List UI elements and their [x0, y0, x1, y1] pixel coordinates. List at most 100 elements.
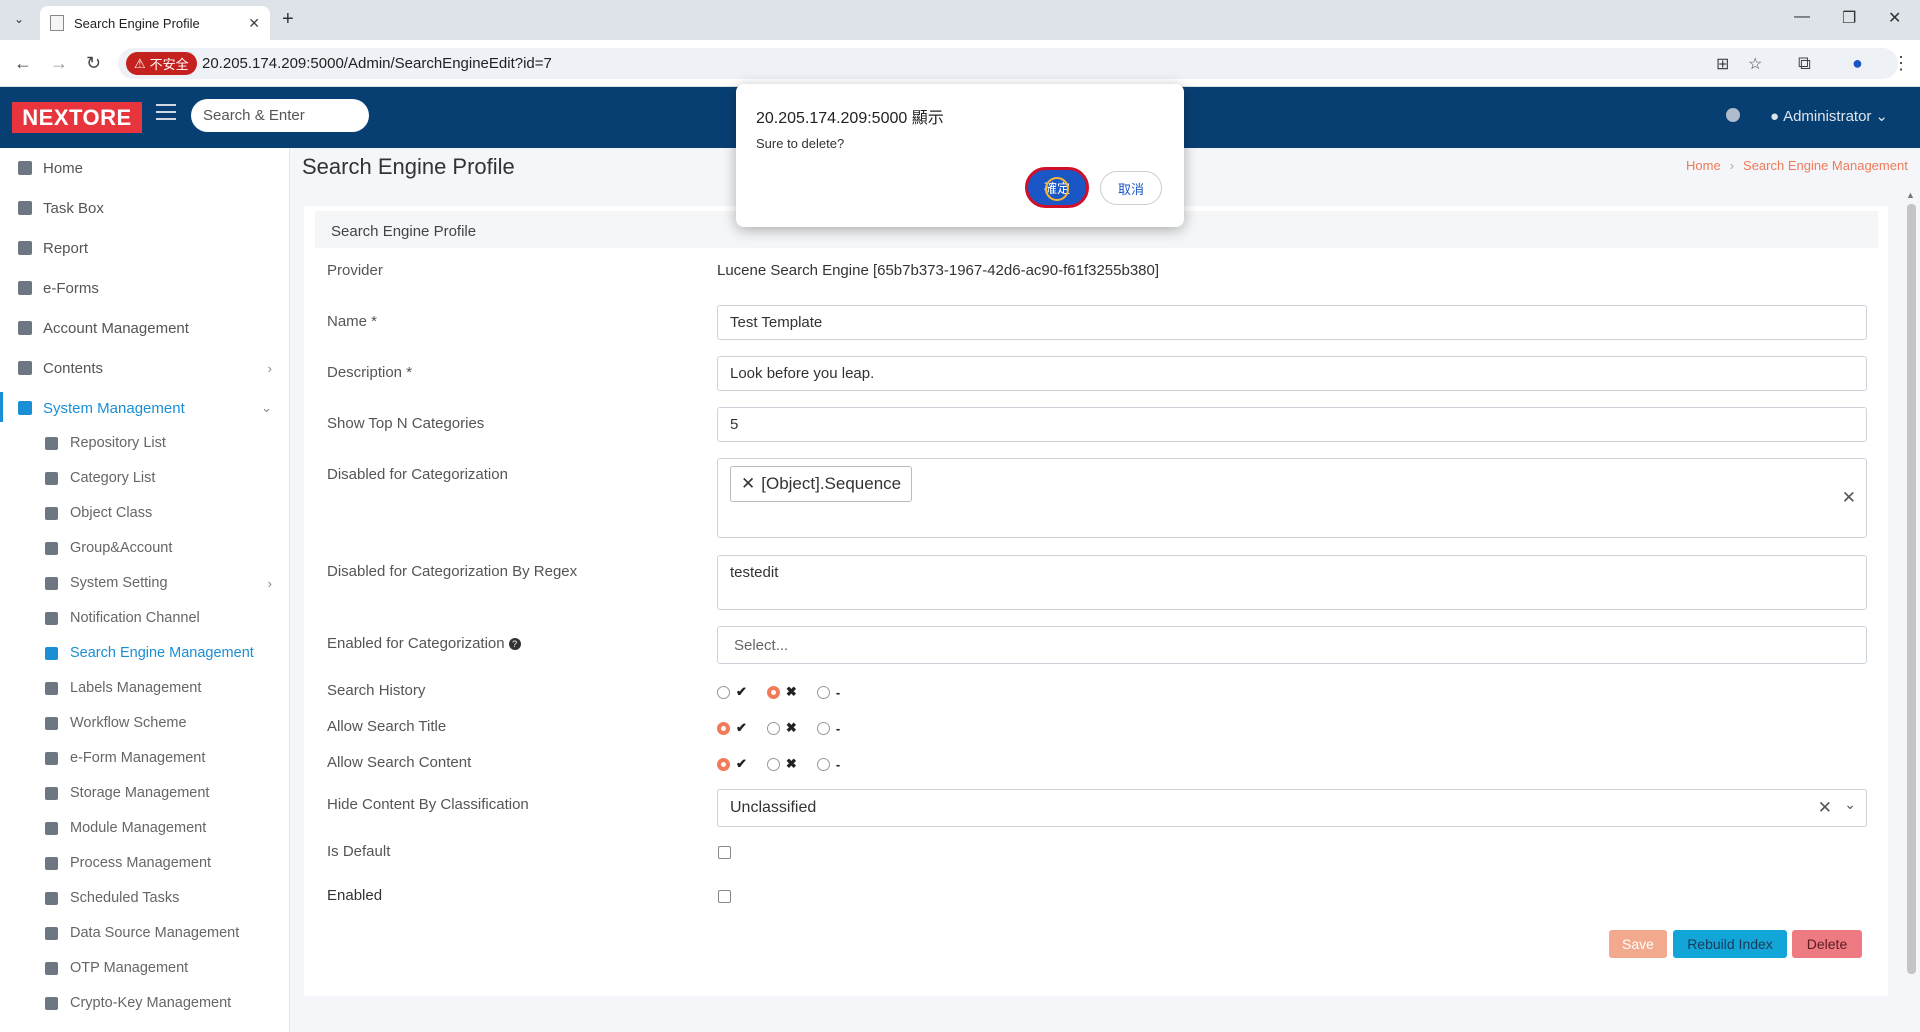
- radio-option-yes[interactable]: ✔: [717, 720, 747, 736]
- sidebar-item-data-source-management[interactable]: Data Source Management: [0, 918, 290, 948]
- radio-no[interactable]: [766, 721, 780, 735]
- profile-icon[interactable]: ●: [1852, 53, 1863, 74]
- radio-no[interactable]: [766, 685, 780, 699]
- radio-none[interactable]: [816, 721, 830, 735]
- sidebar-item-search-engine-management[interactable]: Search Engine Management: [0, 638, 290, 668]
- sidebar-item-eforms[interactable]: e-Forms: [0, 273, 290, 303]
- sidebar-item-group-account[interactable]: Group&Account: [0, 533, 290, 563]
- sidebar-item-otp-management[interactable]: OTP Management: [0, 953, 290, 983]
- sidebar-item-label: Repository List: [70, 435, 166, 451]
- sidebar-item-system-management[interactable]: System Management ⌄: [0, 393, 290, 423]
- radio-none[interactable]: [816, 757, 830, 771]
- breadcrumb-home[interactable]: Home: [1686, 158, 1721, 173]
- sidebar-item-scheduled-tasks[interactable]: Scheduled Tasks: [0, 883, 290, 913]
- radio-option-yes[interactable]: ✔: [717, 684, 747, 700]
- sidebar-item-process-management[interactable]: Process Management: [0, 848, 290, 878]
- security-badge[interactable]: ⚠ 不安全: [126, 52, 197, 75]
- is-default-checkbox[interactable]: [718, 846, 731, 859]
- sidebar-item-contents[interactable]: Contents ›: [0, 353, 290, 383]
- enabled-categorization-select[interactable]: Select...: [717, 626, 1867, 664]
- sidebar-item-labels-management[interactable]: Labels Management: [0, 673, 290, 703]
- sidebar-item-home[interactable]: Home: [0, 153, 290, 183]
- delete-button[interactable]: Delete: [1792, 930, 1862, 958]
- bookmark-star-icon[interactable]: ☆: [1748, 54, 1762, 74]
- sidebar-item-label: Process Management: [70, 855, 212, 871]
- user-menu[interactable]: ● Administrator ⌄: [1770, 107, 1888, 126]
- close-window-icon[interactable]: ✕: [1888, 8, 1901, 28]
- tab-list-icon[interactable]: ⌄: [8, 8, 30, 30]
- sidebar-item-crypto-key-management[interactable]: Crypto-Key Management: [0, 988, 290, 1018]
- browser-tab[interactable]: Search Engine Profile ✕: [40, 6, 270, 40]
- allow-search-title-radio-group: ✔ ✖ -: [717, 720, 860, 736]
- radio-option-no[interactable]: ✖: [766, 756, 797, 772]
- question-circle-icon[interactable]: ?: [508, 638, 521, 651]
- globe-icon[interactable]: [1726, 108, 1740, 122]
- disabled-regex-textarea[interactable]: testedit: [717, 555, 1867, 610]
- description-label: Description *: [327, 364, 413, 381]
- minimize-icon[interactable]: —: [1794, 8, 1810, 26]
- enabled-checkbox[interactable]: [718, 890, 731, 903]
- description-field[interactable]: Look before you leap.: [717, 356, 1867, 391]
- page-scrollbar[interactable]: [1904, 190, 1918, 1032]
- sidebar-item-notification-channel[interactable]: Notification Channel: [0, 603, 290, 633]
- restore-icon[interactable]: ❐: [1842, 8, 1856, 28]
- radio-option-no[interactable]: ✖: [766, 720, 797, 736]
- dialog-cancel-button[interactable]: 取消: [1100, 171, 1162, 205]
- reload-icon[interactable]: ↻: [86, 53, 101, 74]
- radio-option-none[interactable]: -: [816, 757, 840, 772]
- radio-option-none[interactable]: -: [816, 685, 840, 700]
- back-icon[interactable]: ←: [14, 53, 32, 74]
- rebuild-index-button[interactable]: Rebuild Index: [1673, 930, 1787, 958]
- warning-icon: ⚠: [134, 55, 146, 71]
- forward-icon[interactable]: →: [50, 53, 68, 74]
- sidebar-item-module-management[interactable]: Module Management: [0, 813, 290, 843]
- save-button[interactable]: Save: [1609, 930, 1667, 958]
- radio-yes[interactable]: [717, 721, 730, 735]
- clear-all-icon[interactable]: ✕: [1842, 488, 1856, 508]
- sidebar-item-eform-management[interactable]: e-Form Management: [0, 743, 290, 773]
- check-icon: ✔: [736, 720, 747, 735]
- dialog-ok-button[interactable]: 確定: [1025, 167, 1089, 208]
- radio-none[interactable]: [816, 685, 830, 699]
- sidebar-item-category-list[interactable]: Category List: [0, 463, 290, 493]
- tab-close-icon[interactable]: ✕: [248, 15, 260, 32]
- scrollbar-thumb[interactable]: [1907, 204, 1916, 974]
- disabled-categorization-multiselect[interactable]: ✕ [Object].Sequence ✕: [717, 458, 1867, 538]
- menu-dots-icon[interactable]: ⋮: [1892, 53, 1910, 74]
- radio-no[interactable]: [766, 757, 780, 771]
- sidebar-item-object-class[interactable]: Object Class: [0, 498, 290, 528]
- sidebar-item-storage-management[interactable]: Storage Management: [0, 778, 290, 808]
- sidebar-item-account-management[interactable]: Account Management: [0, 313, 290, 343]
- dialog-title: 20.205.174.209:5000 顯示: [756, 110, 944, 127]
- radio-option-none[interactable]: -: [816, 721, 840, 736]
- chevron-down-icon[interactable]: ⌄: [1844, 796, 1856, 813]
- sidebar-item-repository-list[interactable]: Repository List: [0, 428, 290, 458]
- header-search-input[interactable]: Search & Enter: [191, 99, 369, 132]
- allow-search-title-label: Allow Search Title: [327, 718, 447, 735]
- sidebar-item-report[interactable]: Report: [0, 233, 290, 263]
- radio-option-no[interactable]: ✖: [766, 684, 797, 700]
- page-title: Search Engine Profile: [302, 154, 515, 179]
- radio-option-yes[interactable]: ✔: [717, 756, 747, 772]
- logo[interactable]: NEXTORE: [12, 102, 142, 133]
- clear-icon[interactable]: ✕: [1818, 798, 1832, 818]
- sidebar-item-task-box[interactable]: Task Box: [0, 193, 290, 223]
- sidebar-item-workflow-scheme[interactable]: Workflow Scheme: [0, 708, 290, 738]
- radio-yes[interactable]: [717, 757, 730, 771]
- hide-content-select[interactable]: Unclassified ✕ ⌄: [717, 789, 1867, 827]
- sidebar-item-label: Group&Account: [70, 540, 173, 556]
- url-text[interactable]: 20.205.174.209:5000/Admin/SearchEngineEd…: [202, 55, 552, 72]
- hamburger-menu-icon[interactable]: [156, 104, 176, 122]
- remove-tag-icon[interactable]: ✕: [741, 474, 755, 494]
- new-tab-button[interactable]: +: [282, 8, 294, 31]
- radio-yes[interactable]: [717, 685, 730, 699]
- sidebar-item-system-setting[interactable]: System Setting ›: [0, 568, 290, 598]
- omnibox[interactable]: ⚠ 不安全 20.205.174.209:5000/Admin/SearchEn…: [118, 48, 1898, 79]
- breadcrumb-current[interactable]: Search Engine Management: [1743, 158, 1908, 173]
- extensions-icon[interactable]: ⧉: [1798, 53, 1811, 74]
- scroll-up-icon[interactable]: ▲: [1906, 190, 1915, 200]
- hourglass-icon: [45, 891, 58, 905]
- translate-icon[interactable]: ⊞: [1716, 54, 1729, 74]
- top-n-field[interactable]: 5: [717, 407, 1867, 442]
- name-field[interactable]: Test Template: [717, 305, 1867, 340]
